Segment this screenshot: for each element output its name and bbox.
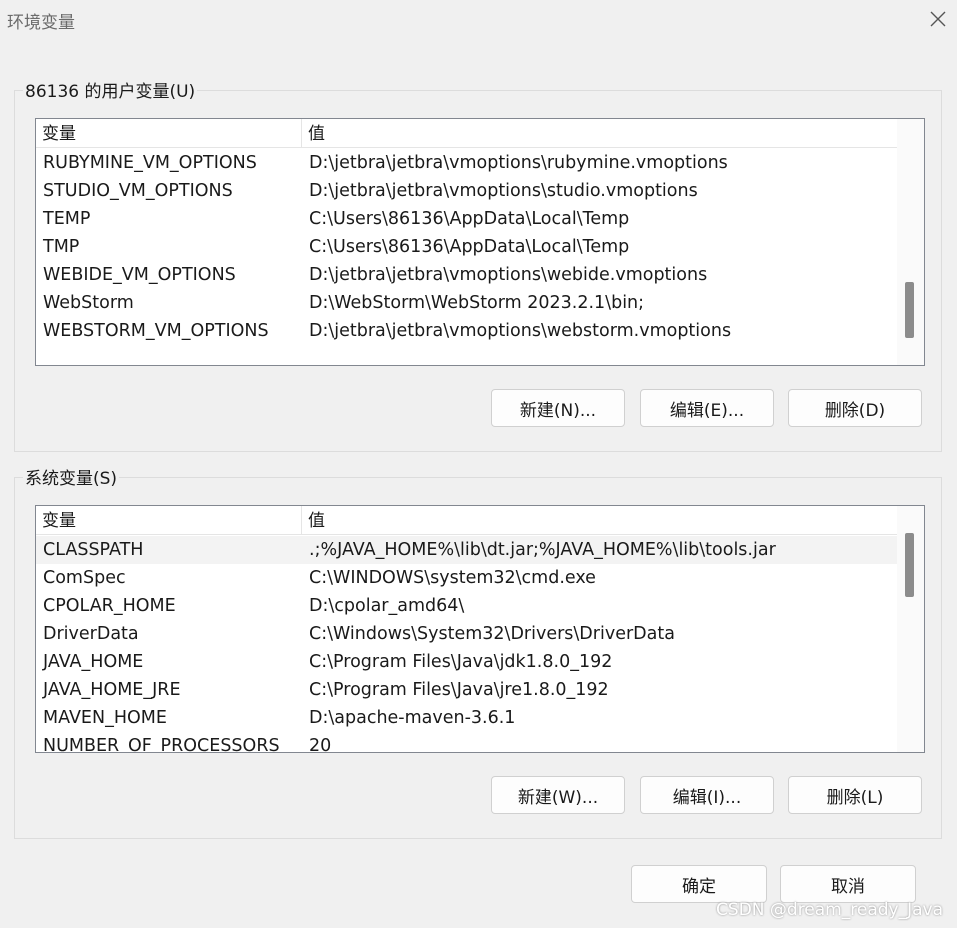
- user-variables-rows: RUBYMINE_VM_OPTIONS D:\jetbra\jetbra\vmop…: [36, 149, 898, 345]
- variable-name-cell: MAVEN_HOME: [43, 708, 167, 728]
- table-row[interactable]: WebStorm D:\WebStorm\WebStorm 2023.2.1\bi…: [36, 289, 898, 317]
- user-delete-button[interactable]: 删除(D): [788, 389, 922, 427]
- variable-value-cell: C:\Users\86136\AppData\Local\Temp: [309, 209, 630, 229]
- variable-name-cell: TEMP: [43, 209, 91, 229]
- table-row[interactable]: RUBYMINE_VM_OPTIONS D:\jetbra\jetbra\vmop…: [36, 149, 898, 177]
- variable-name-cell: STUDIO_VM_OPTIONS: [43, 181, 233, 201]
- user-edit-button[interactable]: 编辑(E)...: [640, 389, 774, 427]
- variable-value-cell: C:\Program Files\Java\jdk1.8.0_192: [309, 652, 613, 672]
- user-variables-group: 86136 的用户变量(U) 变量 值 RUBYMINE_VM_OPTIONS D…: [14, 77, 942, 452]
- system-variables-list[interactable]: 变量 值 CLASSPATH .;%JAVA_HOME%\lib\dt.jar;%…: [35, 505, 925, 753]
- variable-name-cell: TMP: [43, 237, 80, 257]
- variable-name-cell: DriverData: [43, 624, 139, 644]
- system-variables-rows: CLASSPATH .;%JAVA_HOME%\lib\dt.jar;%JAVA_…: [36, 536, 898, 753]
- variable-name-cell: CPOLAR_HOME: [43, 596, 176, 616]
- close-icon: [930, 11, 946, 27]
- window-title: 环境变量: [7, 13, 75, 33]
- user-variables-list[interactable]: 变量 值 RUBYMINE_VM_OPTIONS D:\jetbra\jetbra…: [35, 118, 925, 366]
- user-variables-label: 86136 的用户变量(U): [23, 77, 198, 102]
- column-header-variable[interactable]: 变量: [36, 506, 302, 534]
- variable-value-cell: D:\cpolar_amd64\: [309, 596, 465, 616]
- table-row[interactable]: CPOLAR_HOME D:\cpolar_amd64\: [36, 592, 898, 620]
- system-new-button[interactable]: 新建(W)...: [491, 776, 625, 814]
- variable-name-cell: JAVA_HOME_JRE: [43, 680, 181, 700]
- table-row[interactable]: ComSpec C:\WINDOWS\system32\cmd.exe: [36, 564, 898, 592]
- variable-value-cell: D:\jetbra\jetbra\vmoptions\webstorm.vmop…: [309, 321, 732, 341]
- variable-name-cell: RUBYMINE_VM_OPTIONS: [43, 153, 257, 173]
- user-list-scroll-thumb[interactable]: [905, 282, 914, 338]
- system-variables-group: 系统变量(S) 变量 值 CLASSPATH .;%JAVA_HOME%\lib\…: [14, 464, 942, 839]
- system-delete-button[interactable]: 删除(L): [788, 776, 922, 814]
- variable-name-cell: NUMBER_OF_PROCESSORS: [43, 736, 280, 753]
- variable-value-cell: D:\apache-maven-3.6.1: [309, 708, 516, 728]
- watermark: CSDN @dream_ready_Java: [716, 900, 943, 920]
- table-row[interactable]: TEMP C:\Users\86136\AppData\Local\Temp: [36, 205, 898, 233]
- user-list-scrollbar[interactable]: [897, 119, 924, 365]
- variable-value-cell: .;%JAVA_HOME%\lib\dt.jar;%JAVA_HOME%\lib…: [309, 540, 776, 560]
- variable-name-cell: CLASSPATH: [43, 540, 144, 560]
- cancel-button[interactable]: 取消: [780, 865, 916, 903]
- table-row[interactable]: TMP C:\Users\86136\AppData\Local\Temp: [36, 233, 898, 261]
- variable-name-cell: JAVA_HOME: [43, 652, 144, 672]
- table-row[interactable]: JAVA_HOME C:\Program Files\Java\jdk1.8.0_…: [36, 648, 898, 676]
- system-variables-label: 系统变量(S): [23, 464, 120, 489]
- list-header: 变量 值: [36, 506, 898, 535]
- list-header: 变量 值: [36, 119, 898, 148]
- user-new-button[interactable]: 新建(N)...: [491, 389, 625, 427]
- column-header-value[interactable]: 值: [302, 506, 898, 534]
- system-edit-button[interactable]: 编辑(I)...: [640, 776, 774, 814]
- table-row[interactable]: CLASSPATH .;%JAVA_HOME%\lib\dt.jar;%JAVA_…: [36, 536, 898, 564]
- variable-name-cell: WEBSTORM_VM_OPTIONS: [43, 321, 269, 341]
- variable-value-cell: D:\jetbra\jetbra\vmoptions\studio.vmopti…: [309, 181, 698, 201]
- variable-name-cell: WEBIDE_VM_OPTIONS: [43, 265, 236, 285]
- variable-name-cell: WebStorm: [43, 293, 134, 313]
- table-row[interactable]: STUDIO_VM_OPTIONS D:\jetbra\jetbra\vmopti…: [36, 177, 898, 205]
- column-header-value[interactable]: 值: [302, 119, 898, 147]
- column-header-variable[interactable]: 变量: [36, 119, 302, 147]
- variable-value-cell: D:\WebStorm\WebStorm 2023.2.1\bin;: [309, 293, 645, 313]
- variable-value-cell: 20: [309, 736, 332, 753]
- table-row[interactable]: NUMBER_OF_PROCESSORS 20: [36, 732, 898, 753]
- table-row[interactable]: DriverData C:\Windows\System32\Drivers\Dr…: [36, 620, 898, 648]
- close-button[interactable]: [927, 8, 949, 30]
- system-list-scrollbar[interactable]: [897, 506, 924, 752]
- ok-button[interactable]: 确定: [631, 865, 767, 903]
- variable-value-cell: C:\Users\86136\AppData\Local\Temp: [309, 237, 630, 257]
- table-row[interactable]: MAVEN_HOME D:\apache-maven-3.6.1: [36, 704, 898, 732]
- variable-value-cell: D:\jetbra\jetbra\vmoptions\webide.vmopti…: [309, 265, 708, 285]
- variable-value-cell: D:\jetbra\jetbra\vmoptions\rubymine.vmop…: [309, 153, 728, 173]
- table-row[interactable]: WEBSTORM_VM_OPTIONS D:\jetbra\jetbra\vmop…: [36, 317, 898, 345]
- variable-value-cell: C:\Windows\System32\Drivers\DriverData: [309, 624, 675, 644]
- system-list-scroll-thumb[interactable]: [905, 533, 914, 597]
- variable-name-cell: ComSpec: [43, 568, 126, 588]
- table-row[interactable]: JAVA_HOME_JRE C:\Program Files\Java\jre1.…: [36, 676, 898, 704]
- variable-value-cell: C:\Program Files\Java\jre1.8.0_192: [309, 680, 609, 700]
- variable-value-cell: C:\WINDOWS\system32\cmd.exe: [309, 568, 596, 588]
- table-row[interactable]: WEBIDE_VM_OPTIONS D:\jetbra\jetbra\vmopti…: [36, 261, 898, 289]
